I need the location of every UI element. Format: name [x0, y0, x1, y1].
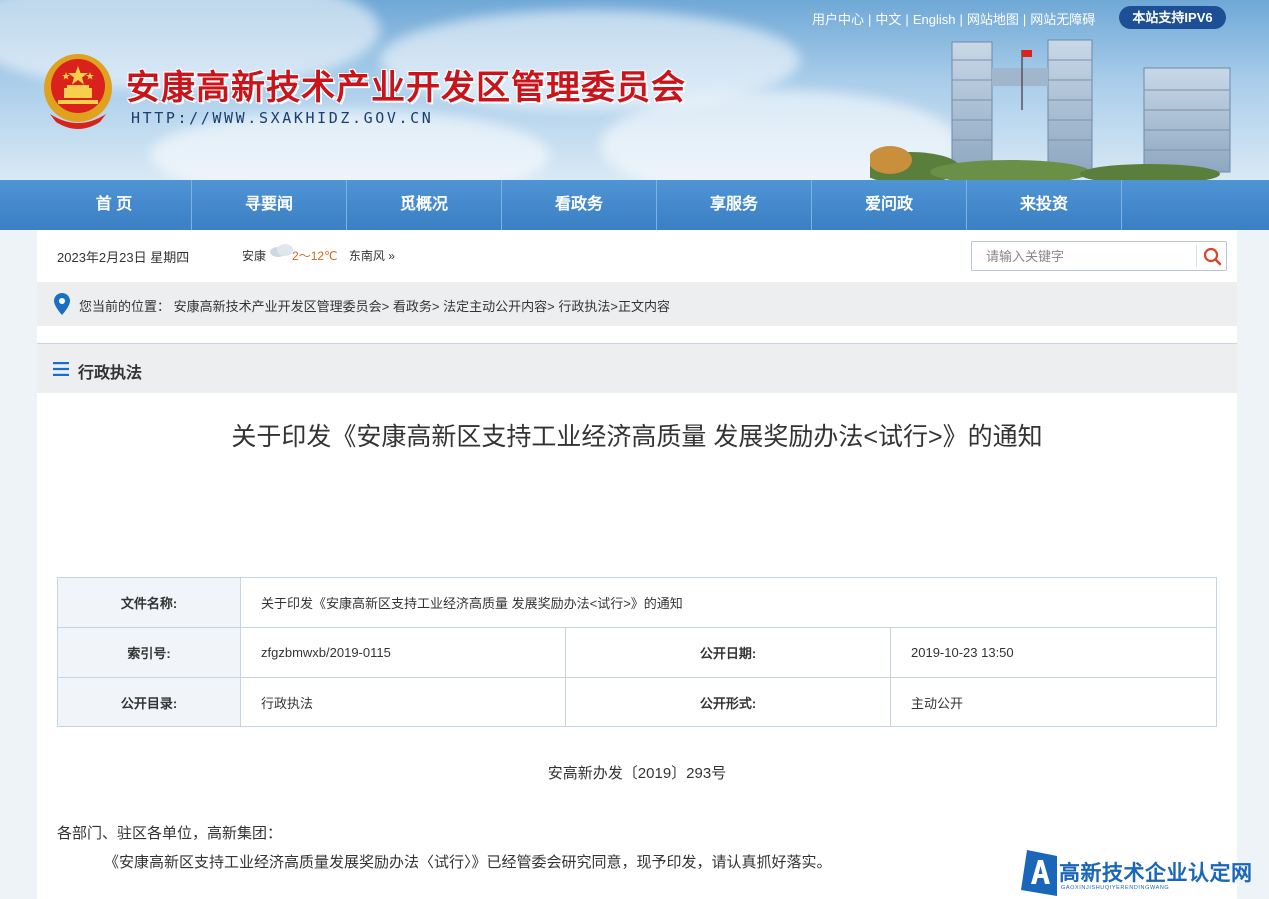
breadcrumb-separator: > — [431, 299, 444, 314]
accessibility-link[interactable]: 网站无障碍 — [1030, 12, 1095, 27]
nav-item-government-affairs[interactable]: 看政务 — [502, 180, 657, 230]
catalog-label: 公开目录: — [58, 678, 241, 726]
document-number: 安高新办发〔2019〕293号 — [547, 765, 727, 782]
nav-item-interaction[interactable]: 爱问政 — [812, 180, 967, 230]
cloudy-weather-icon — [270, 244, 293, 257]
letter-a-logo-icon — [1021, 850, 1057, 896]
file-name-value: 关于印发《安康高新区支持工业经济高质量 发展奖励办法<试行>》的通知 — [241, 578, 1216, 628]
user-center-link[interactable]: 用户中心 — [812, 12, 864, 27]
search-icon — [1203, 247, 1222, 266]
article-paragraph: 《安康高新区支持工业经济高质量发展奖励办法〈试行〉》已经管委会研究同意，现予印发… — [104, 854, 832, 871]
breadcrumb-separator: > — [610, 299, 618, 314]
publish-form-label: 公开形式: — [566, 678, 891, 726]
current-date: 2023年2月23日 星期四 — [57, 250, 190, 265]
search-button[interactable] — [1196, 245, 1226, 267]
top-links: 用户中心 | 中文 | English | 网站地图 | 网站无障碍 — [812, 9, 1095, 28]
breadcrumb-link[interactable]: 看政务 — [393, 299, 432, 314]
weather-temperature: 2～12℃ — [292, 249, 338, 263]
weather-widget: 安康 2～12℃ 东南风 » — [242, 247, 395, 264]
weather-city: 安康 — [242, 249, 267, 263]
index-value: zfgzbmwxb/2019-0115 — [241, 628, 566, 678]
breadcrumb-separator: > — [381, 299, 393, 314]
chinese-link[interactable]: 中文 — [875, 12, 901, 27]
list-menu-icon — [53, 362, 69, 376]
search-input[interactable] — [972, 242, 1196, 270]
document-info-table: 文件名称: 关于印发《安康高新区支持工业经济高质量 发展奖励办法<试行>》的通知… — [57, 577, 1217, 727]
nav-item-news[interactable]: 寻要闻 — [192, 180, 347, 230]
section-header: 行政执法 — [37, 343, 1237, 393]
link-separator: | — [868, 12, 872, 27]
breadcrumb-bar: 您当前的位置： 安康高新技术产业开发区管理委员会> 看政务> 法定主动公开内容>… — [37, 282, 1237, 326]
site-title: 安康高新技术产业开发区管理委员会 — [126, 69, 686, 107]
breadcrumb-link[interactable]: 法定主动公开内容 — [443, 299, 547, 314]
breadcrumb-link[interactable]: 行政执法 — [558, 299, 610, 314]
nav-item-services[interactable]: 享服务 — [657, 180, 812, 230]
link-separator: | — [905, 12, 909, 27]
link-separator: | — [1022, 12, 1027, 27]
location-pin-icon — [54, 293, 70, 315]
sitemap-link[interactable]: 网站地图 — [967, 12, 1019, 27]
breadcrumb-separator: > — [547, 299, 559, 314]
search-box — [971, 241, 1227, 271]
main-content: 2023年2月23日 星期四 安康 2～12℃ 东南风 » 您当前的位置： 安康高… — [37, 230, 1237, 899]
buildings-image — [870, 39, 1231, 180]
watermark-logo: 高新技术企业认定网 GAOXINJISHUQIYERENDINGWANG — [1021, 848, 1269, 899]
publish-form-value: 主动公开 — [911, 695, 964, 711]
file-name-label: 文件名称: — [58, 578, 241, 628]
link-separator: | — [959, 12, 963, 27]
weather-wind: 东南风 — [348, 249, 385, 263]
publish-date-value: 2019-10-23 13:50 — [891, 628, 1216, 678]
ipv6-badge: 本站支持IPV6 — [1119, 6, 1226, 29]
breadcrumb-link[interactable]: 安康高新技术产业开发区管理委员会 — [174, 299, 382, 314]
breadcrumb-label: 您当前的位置： — [79, 299, 171, 314]
article-salutation: 各部门、驻区各单位，高新集团： — [57, 825, 283, 842]
breadcrumb-current: 正文内容 — [617, 299, 670, 314]
breadcrumb: 您当前的位置： 安康高新技术产业开发区管理委员会> 看政务> 法定主动公开内容>… — [79, 296, 670, 315]
nav-item-overview[interactable]: 觅概况 — [347, 180, 502, 230]
nav-item-investment[interactable]: 来投资 — [967, 180, 1122, 230]
english-link[interactable]: English — [913, 12, 956, 27]
section-title: 行政执法 — [78, 365, 143, 382]
watermark-subtitle: GAOXINJISHUQIYERENDINGWANG — [1061, 885, 1170, 891]
site-header: 安康高新技术产业开发区管理委员会 HTTP://WWW.SXAKHIDZ.GOV… — [0, 0, 1269, 180]
catalog-value: 行政执法 — [241, 678, 566, 726]
index-label: 索引号: — [58, 628, 241, 678]
national-emblem-icon — [44, 54, 112, 129]
main-nav: 首 页 寻要闻 觅概况 看政务 享服务 爱问政 来投资 — [0, 180, 1269, 230]
watermark-title: 高新技术企业认定网 — [1059, 862, 1253, 885]
site-url: HTTP://WWW.SXAKHIDZ.GOV.CN — [131, 109, 434, 127]
weather-more-icon[interactable]: » — [388, 249, 395, 263]
article-title: 关于印发《安康高新区支持工业经济高质量 发展奖励办法<试行>》的通知 — [231, 423, 1043, 451]
publish-date-label: 公开日期: — [566, 628, 891, 678]
nav-item-home[interactable]: 首 页 — [37, 180, 192, 230]
